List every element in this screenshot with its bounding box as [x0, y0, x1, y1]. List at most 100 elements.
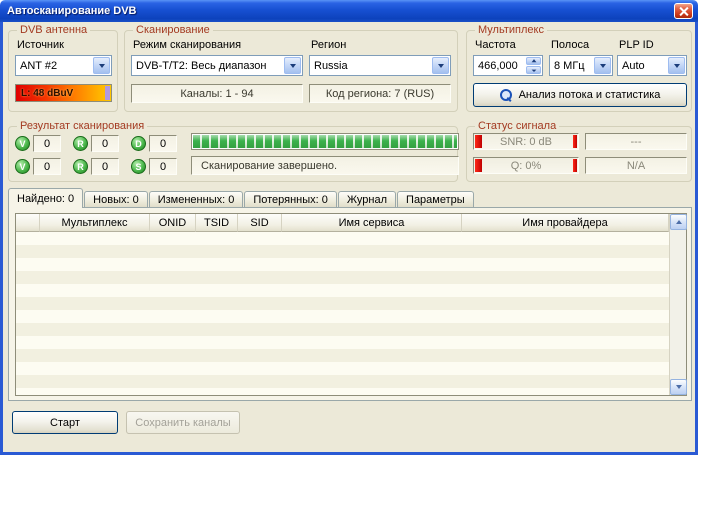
meter-max-marker	[573, 159, 577, 172]
column-header-service-name[interactable]: Имя сервиса	[282, 214, 462, 232]
data-service-icon: D	[131, 136, 146, 151]
chevron-down-icon[interactable]	[594, 57, 611, 74]
group-scanning: Сканирование Режим сканирования DVB-T/T2…	[124, 30, 458, 112]
column-header-sid[interactable]: SID	[238, 214, 282, 232]
region-select[interactable]: Russia	[309, 55, 451, 76]
signal-level-indicator: L: 48 dBuV	[15, 84, 112, 102]
tab-parameters[interactable]: Параметры	[397, 191, 474, 207]
bandwidth-label: Полоса	[551, 39, 589, 51]
bandwidth-value: 8 МГц	[550, 60, 585, 72]
scan-mode-select[interactable]: DVB-T/T2: Весь диапазон	[131, 55, 303, 76]
meter-max-marker	[573, 135, 577, 148]
column-header-tsid[interactable]: TSID	[196, 214, 238, 232]
spin-up-icon[interactable]	[526, 57, 541, 65]
frequency-input[interactable]: 466,000	[473, 55, 543, 76]
scan-counter-tv-1: V 0	[15, 135, 61, 152]
quality-label: Q: 0%	[511, 160, 542, 172]
channels-range-text: Каналы: 1 - 94	[180, 88, 253, 100]
counter-value: 0	[149, 158, 177, 175]
column-header-provider-name[interactable]: Имя провайдера	[462, 214, 669, 232]
table-header-row: Мультиплекс ONID TSID SID Имя сервиса Им…	[16, 214, 669, 232]
group-signal-status-title: Статус сигнала	[475, 120, 559, 132]
source-label: Источник	[17, 39, 64, 51]
group-scanning-title: Сканирование	[133, 24, 213, 36]
chevron-down-icon[interactable]	[93, 57, 110, 74]
table-body[interactable]	[16, 232, 669, 395]
tab-found[interactable]: Найдено: 0	[8, 188, 83, 208]
spin-down-icon[interactable]	[526, 66, 541, 74]
scan-mode-label: Режим сканирования	[133, 39, 241, 51]
chevron-down-icon[interactable]	[668, 57, 685, 74]
scan-counter-radio-2: R 0	[73, 158, 119, 175]
column-header-onid[interactable]: ONID	[150, 214, 196, 232]
scan-progress-fill	[193, 135, 457, 148]
snr-value: ---	[631, 136, 642, 148]
antenna-source-value: ANT #2	[16, 60, 57, 72]
scan-mode-value: DVB-T/T2: Весь диапазон	[132, 60, 267, 72]
vertical-scrollbar[interactable]	[669, 214, 686, 395]
tab-changed[interactable]: Измененных: 0	[149, 191, 244, 207]
magnifier-icon	[500, 89, 513, 102]
counter-value: 0	[91, 158, 119, 175]
tv-service-icon: V	[15, 136, 30, 151]
quality-meter: Q: 0%	[473, 157, 579, 174]
column-header-multiplex[interactable]: Мультиплекс	[40, 214, 150, 232]
plp-id-value: Auto	[618, 60, 645, 72]
window-title: Автосканирование DVB	[7, 5, 137, 17]
group-dvb-antenna: DVB антенна Источник ANT #2 L: 48 dBuV	[8, 30, 118, 112]
scan-status-text: Сканирование завершено.	[201, 160, 337, 172]
chevron-down-icon[interactable]	[284, 57, 301, 74]
signal-level-text: L: 48 dBuV	[16, 88, 73, 99]
region-value: Russia	[310, 60, 348, 72]
tab-page-found: Мультиплекс ONID TSID SID Имя сервиса Им…	[8, 207, 692, 401]
group-scan-results-title: Результат сканирования	[17, 120, 147, 132]
tab-new[interactable]: Новых: 0	[84, 191, 148, 207]
close-icon	[679, 7, 688, 16]
snr-label: SNR: 0 dB	[500, 136, 552, 148]
analyze-stream-button[interactable]: Анализ потока и статистика	[473, 83, 687, 107]
analyze-stream-button-label: Анализ потока и статистика	[519, 89, 661, 101]
plp-id-label: PLP ID	[619, 39, 654, 51]
scroll-down-button[interactable]	[670, 379, 687, 395]
group-multiplex: Мультиплекс Частота 466,000 Полоса 8 МГц…	[466, 30, 692, 112]
quality-value-panel: N/A	[585, 157, 687, 174]
level-peak-marker	[105, 86, 110, 100]
group-dvb-antenna-title: DVB антенна	[17, 24, 90, 36]
radio-service-icon: R	[73, 159, 88, 174]
scroll-up-button[interactable]	[670, 214, 687, 230]
channels-range-panel: Каналы: 1 - 94	[131, 84, 303, 103]
region-code-panel: Код региона: 7 (RUS)	[309, 84, 451, 103]
close-button[interactable]	[674, 3, 693, 19]
meter-min-marker	[475, 159, 482, 172]
bandwidth-select[interactable]: 8 МГц	[549, 55, 613, 76]
radio-service-icon: R	[73, 136, 88, 151]
autoscan-window: Автосканирование DVB DVB антенна Источни…	[0, 0, 698, 455]
meter-min-marker	[475, 135, 482, 148]
tab-log[interactable]: Журнал	[338, 191, 396, 207]
scan-counter-radio-1: R 0	[73, 135, 119, 152]
scan-counter-tv-2: V 0	[15, 158, 61, 175]
group-scan-results: Результат сканирования V 0 R 0 D 0 V 0 R…	[8, 126, 458, 182]
counter-value: 0	[33, 135, 61, 152]
frequency-value: 466,000	[474, 60, 518, 72]
save-channels-button[interactable]: Сохранить каналы	[126, 411, 240, 434]
plp-id-select[interactable]: Auto	[617, 55, 687, 76]
antenna-source-select[interactable]: ANT #2	[15, 55, 112, 76]
scan-status-panel: Сканирование завершено.	[191, 156, 459, 175]
chevron-down-icon[interactable]	[432, 57, 449, 74]
counter-value: 0	[33, 158, 61, 175]
quality-value: N/A	[627, 160, 645, 172]
title-bar[interactable]: Автосканирование DVB	[0, 0, 698, 22]
region-label: Регион	[311, 39, 346, 51]
region-code-text: Код региона: 7 (RUS)	[326, 88, 434, 100]
column-header-icon[interactable]	[16, 214, 40, 232]
group-signal-status: Статус сигнала SNR: 0 dB --- Q: 0% N/A	[466, 126, 692, 182]
tab-lost[interactable]: Потерянных: 0	[244, 191, 337, 207]
s-service-icon: S	[131, 159, 146, 174]
start-button[interactable]: Старт	[12, 411, 118, 434]
frequency-label: Частота	[475, 39, 516, 51]
counter-value: 0	[91, 135, 119, 152]
channels-table[interactable]: Мультиплекс ONID TSID SID Имя сервиса Им…	[15, 213, 687, 396]
group-multiplex-title: Мультиплекс	[475, 24, 547, 36]
tv-service-icon: V	[15, 159, 30, 174]
